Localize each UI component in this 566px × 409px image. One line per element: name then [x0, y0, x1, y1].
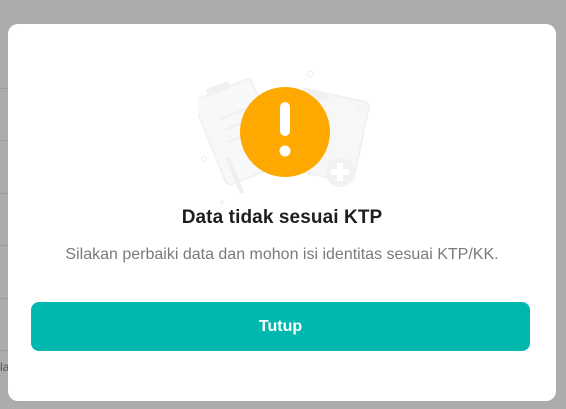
background-divider	[0, 193, 8, 194]
background-divider	[0, 140, 8, 141]
background-divider	[0, 350, 8, 351]
dialog-title: Data tidak sesuai KTP	[181, 207, 383, 228]
background-divider	[0, 298, 8, 299]
background-divider	[0, 245, 8, 246]
error-dialog: Data tidak sesuai KTP Silakan perbaiki d…	[8, 24, 556, 401]
warning-exclamation-icon	[198, 70, 370, 204]
close-button[interactable]: Tutup	[31, 302, 530, 351]
dialog-message: Silakan perbaiki data dan mohon isi iden…	[65, 246, 499, 263]
background-divider	[0, 88, 8, 89]
